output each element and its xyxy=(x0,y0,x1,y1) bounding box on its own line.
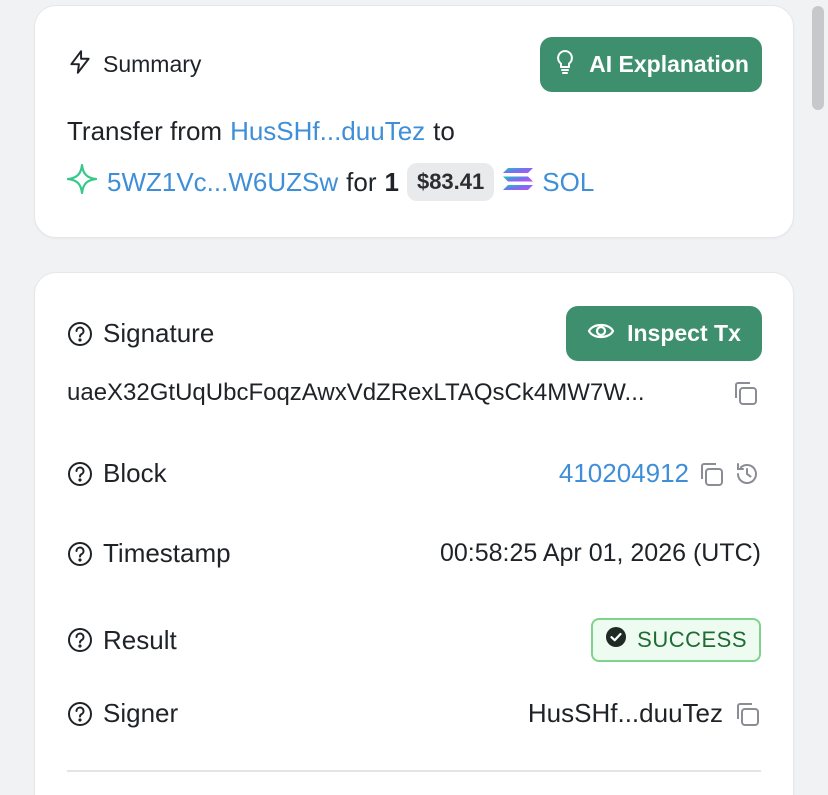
timestamp-value: 00:58:25 Apr 01, 2026 (UTC) xyxy=(439,539,761,567)
transfer-prefix: Transfer from xyxy=(67,116,223,146)
ai-explanation-label: AI Explanation xyxy=(589,51,749,77)
check-circle-icon xyxy=(605,626,627,654)
for-word: for xyxy=(346,166,377,197)
copy-icon[interactable] xyxy=(697,460,725,488)
transaction-page: Summary AI Explanation Transfer from Hus… xyxy=(0,0,828,795)
help-circle-icon[interactable] xyxy=(67,701,93,727)
timestamp-label: Timestamp xyxy=(103,538,231,568)
signature-label: Signature xyxy=(103,318,215,348)
block-row: Block 410204912 xyxy=(67,458,761,489)
details-card: Inspect Tx Signature uaeX32GtUqUbcFoqzAw… xyxy=(34,272,794,795)
help-circle-icon[interactable] xyxy=(67,541,93,567)
history-icon[interactable] xyxy=(733,460,761,488)
lightning-icon xyxy=(67,49,93,80)
signer-label: Signer xyxy=(103,698,179,728)
signer-address-link[interactable]: HusSHf...duuTez xyxy=(528,698,723,729)
help-circle-icon[interactable] xyxy=(67,627,93,653)
signature-label-row: Signature xyxy=(67,318,761,349)
summary-title: Summary xyxy=(103,51,202,77)
transfer-line-1: Transfer from HusSHf...duuTez to xyxy=(67,116,761,147)
summary-card: Summary AI Explanation Transfer from Hus… xyxy=(34,5,794,238)
token-link[interactable]: SOL xyxy=(542,167,594,198)
scrollbar-track[interactable] xyxy=(808,0,828,795)
timestamp-row: Timestamp 00:58:25 Apr 01, 2026 (UTC) xyxy=(67,538,761,569)
signer-row: Signer HusSHf...duuTez xyxy=(67,698,761,729)
result-label: Result xyxy=(103,624,177,655)
divider xyxy=(67,770,761,772)
signature-value: uaeX32GtUqUbcFoqzAwxVdZRexLTAQsCk4MW7W..… xyxy=(67,379,645,406)
sparkle-icon xyxy=(66,163,98,201)
block-number-link[interactable]: 410204912 xyxy=(559,458,689,489)
result-row: Result SUCCESS xyxy=(67,618,761,662)
block-label: Block xyxy=(103,458,167,488)
help-circle-icon[interactable] xyxy=(67,321,93,347)
copy-icon[interactable] xyxy=(731,379,759,407)
transfer-line-2: 5WZ1Vc...W6UZSw for 1 $83.41 SOL xyxy=(66,163,761,201)
lightbulb-icon xyxy=(553,49,577,81)
ai-explanation-button[interactable]: AI Explanation xyxy=(540,37,762,92)
status-badge: SUCCESS xyxy=(591,618,761,662)
signature-value-row: uaeX32GtUqUbcFoqzAwxVdZRexLTAQsCk4MW7W..… xyxy=(67,379,761,407)
status-text: SUCCESS xyxy=(637,627,747,652)
help-circle-icon[interactable] xyxy=(67,461,93,487)
transfer-amount: 1 xyxy=(384,166,399,197)
from-address-link[interactable]: HusSHf...duuTez xyxy=(230,116,425,147)
to-address-link[interactable]: 5WZ1Vc...W6UZSw xyxy=(107,167,338,198)
copy-icon[interactable] xyxy=(733,700,761,728)
scrollbar-thumb[interactable] xyxy=(812,6,824,110)
solana-logo xyxy=(502,166,534,199)
to-word: to xyxy=(433,116,455,146)
usd-value-badge: $83.41 xyxy=(406,163,495,201)
